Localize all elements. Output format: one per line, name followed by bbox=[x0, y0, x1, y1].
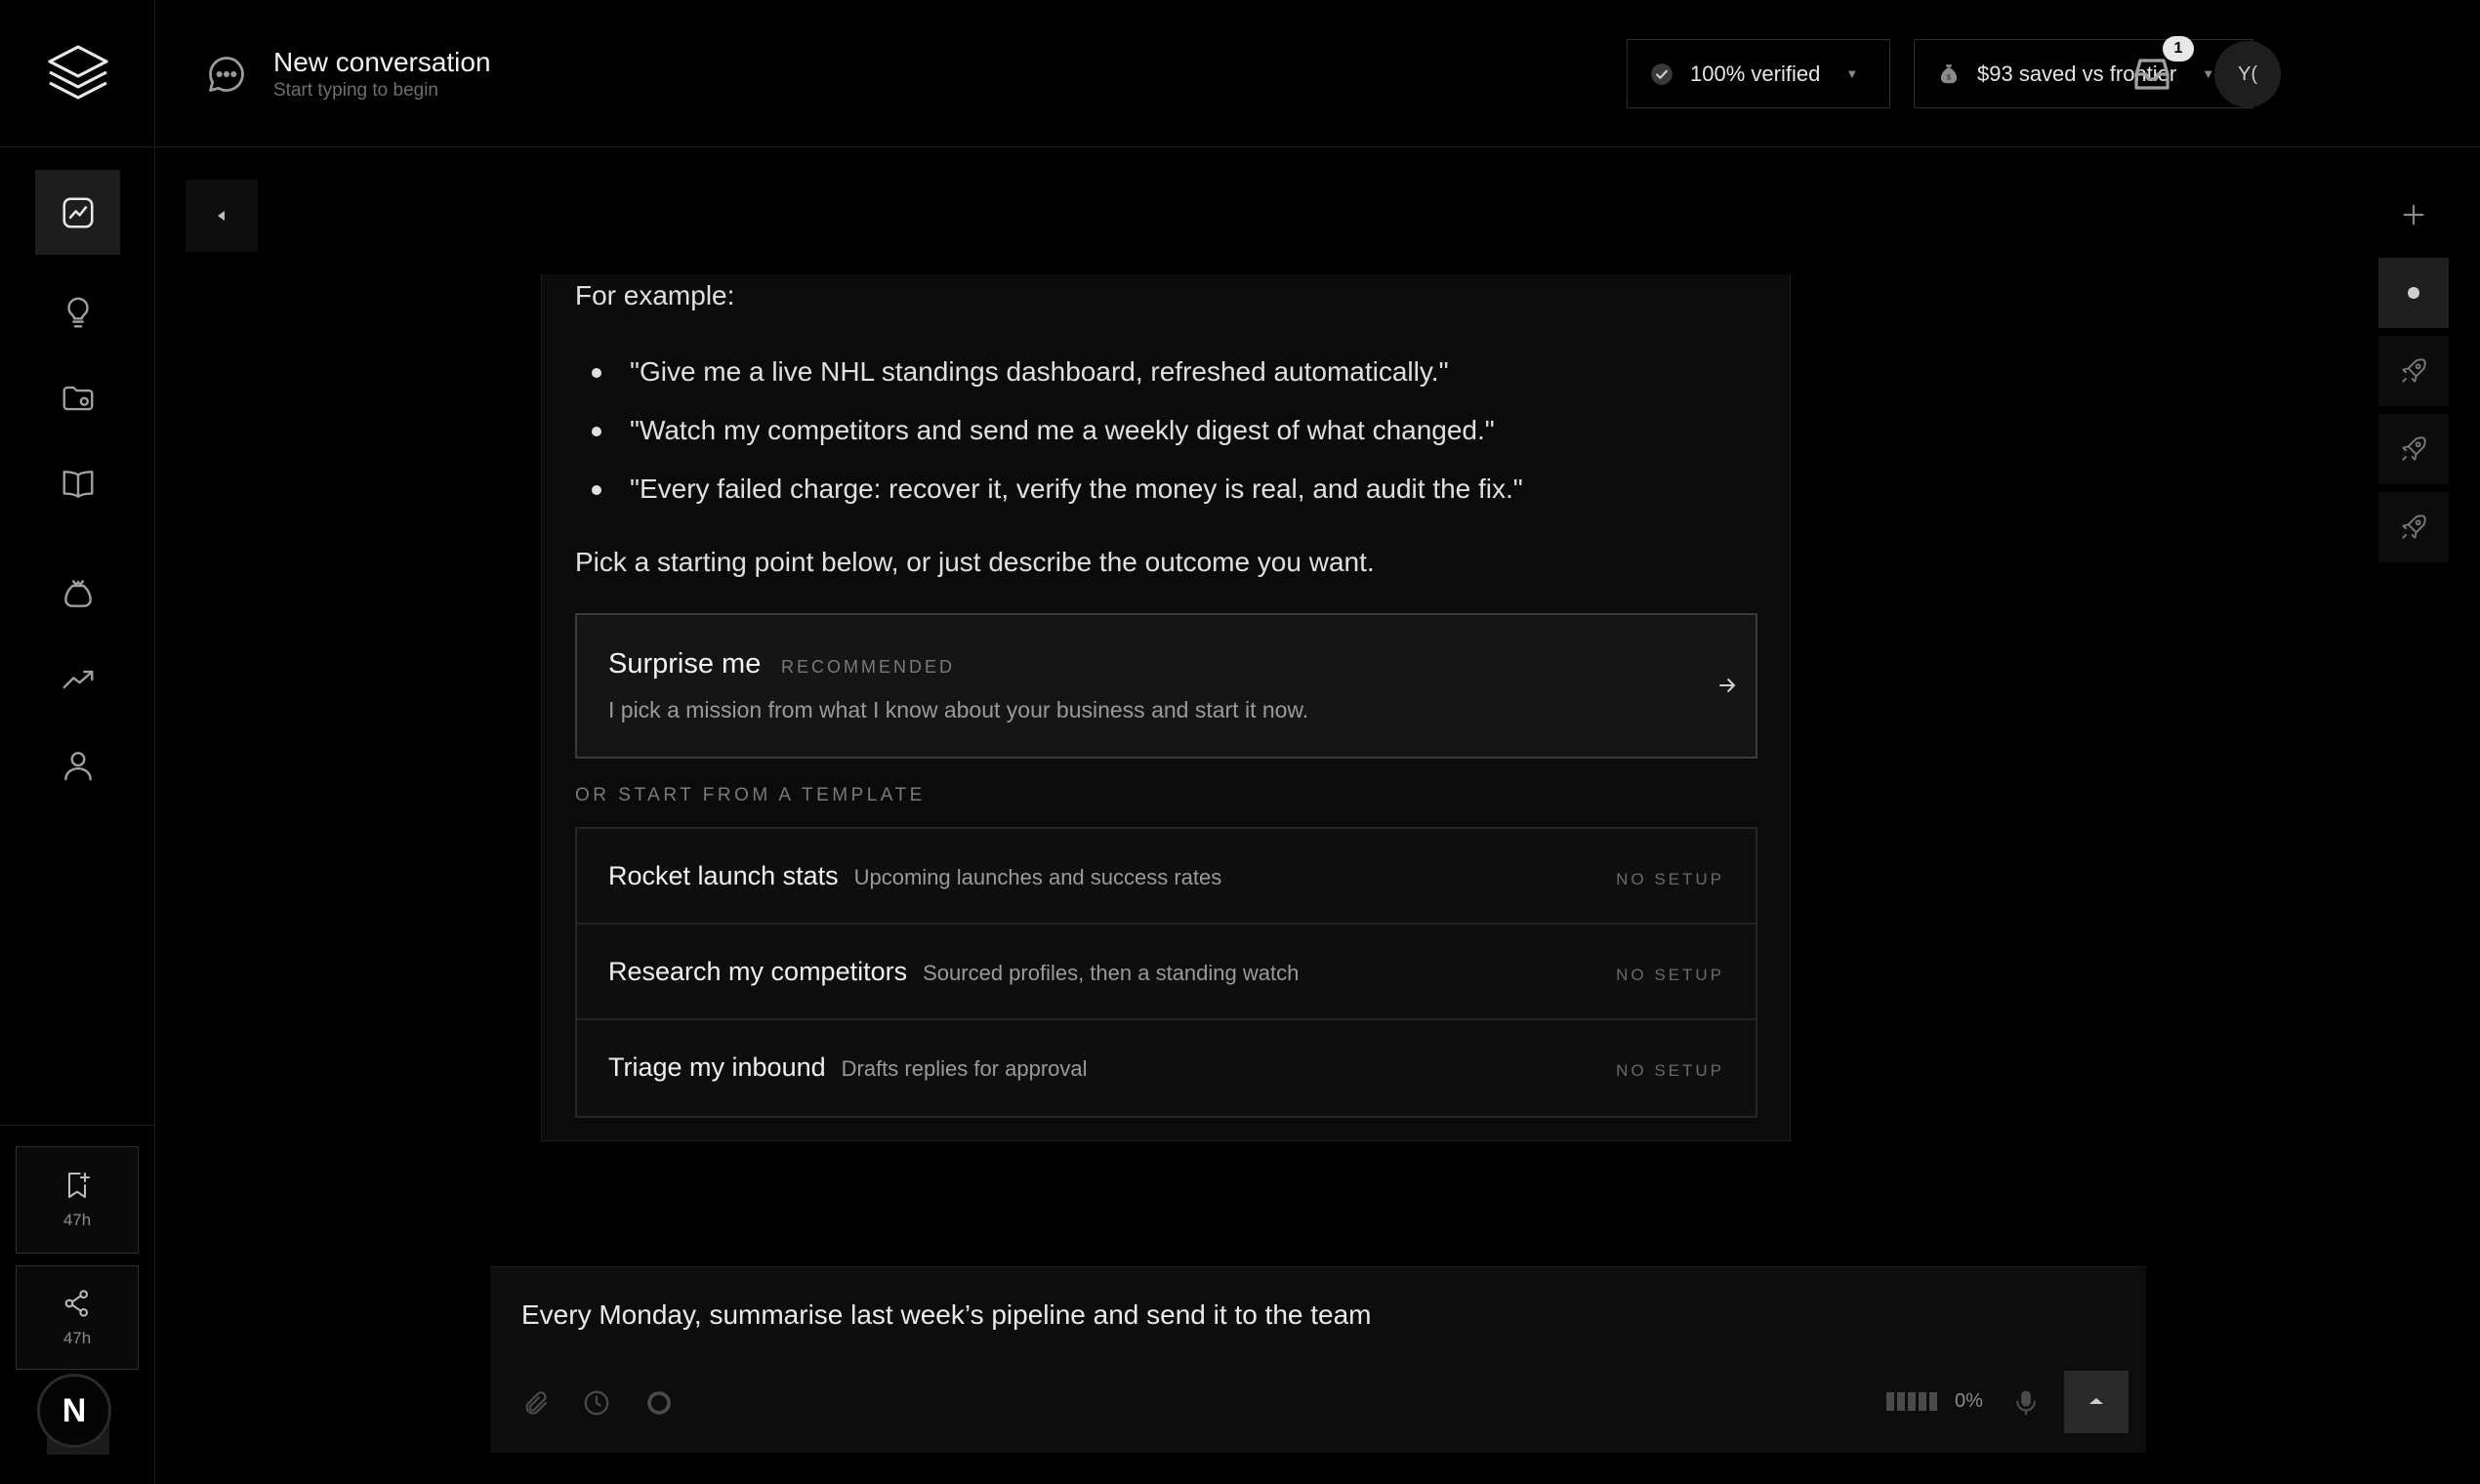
schedule-button[interactable] bbox=[580, 1386, 613, 1420]
conversation-title: New conversation bbox=[273, 47, 491, 77]
sidebar-item-trends[interactable] bbox=[35, 637, 120, 721]
left-rail: 47h 47h YC N bbox=[0, 0, 155, 1484]
send-arrow-icon bbox=[2089, 1398, 2103, 1404]
rocket-icon bbox=[2402, 515, 2426, 539]
verified-check-icon bbox=[1651, 62, 1673, 85]
dot-icon bbox=[2408, 287, 2419, 299]
template-research-competitors[interactable]: Research my competitors Sourced profiles,… bbox=[577, 925, 1756, 1020]
active-session-button[interactable] bbox=[2378, 258, 2449, 328]
money-bag-icon: $ bbox=[1940, 63, 1958, 83]
saved-items-card[interactable]: 47h bbox=[16, 1146, 139, 1254]
mission-button-1[interactable] bbox=[2378, 336, 2449, 406]
bag-icon bbox=[63, 579, 92, 607]
intro-text: For example: bbox=[575, 280, 735, 310]
surprise-me-description: I pick a mission from what I know about … bbox=[608, 697, 1309, 722]
prompt-text: Pick a starting point below, or just des… bbox=[575, 547, 1375, 577]
template-rocket-launch-stats[interactable]: Rocket launch stats Upcoming launches and… bbox=[577, 829, 1756, 925]
template-setup-tag: NO SETUP bbox=[1616, 1061, 1724, 1080]
chart-icon bbox=[62, 196, 94, 228]
circle-icon bbox=[647, 1391, 671, 1415]
bookmark-add-icon bbox=[68, 1173, 90, 1198]
plus-icon bbox=[2403, 204, 2424, 226]
saved-items-duration: 47h bbox=[62, 1211, 92, 1229]
template-description: Upcoming launches and success rates bbox=[853, 865, 1222, 889]
paperclip-icon bbox=[525, 1391, 548, 1415]
template-name: Rocket launch stats bbox=[608, 861, 839, 890]
microphone-icon bbox=[2016, 1390, 2036, 1416]
sidebar-item-files[interactable] bbox=[35, 355, 120, 440]
template-triage-inbound[interactable]: Triage my inbound Drafts replies for appr… bbox=[577, 1020, 1756, 1116]
surprise-me-option[interactable]: Surprise me RECOMMENDED I pick a mission… bbox=[575, 613, 1757, 759]
sidebar-item-library[interactable] bbox=[35, 441, 120, 526]
attach-button[interactable] bbox=[519, 1386, 553, 1420]
person-icon bbox=[63, 751, 92, 780]
savings-dropdown[interactable]: $ $93 saved vs frontier ▼ bbox=[1914, 39, 2253, 108]
conversation-subtitle: Start typing to begin bbox=[273, 80, 438, 101]
rocket-icon bbox=[2402, 436, 2426, 461]
layers-logo-icon bbox=[47, 45, 108, 100]
sidebar-item-analytics[interactable] bbox=[35, 170, 120, 255]
folder-icon bbox=[62, 386, 93, 410]
chat-bubble-icon bbox=[209, 57, 244, 92]
template-name: Triage my inbound bbox=[608, 1052, 826, 1082]
voice-input-button[interactable] bbox=[2009, 1386, 2043, 1420]
new-item-button[interactable] bbox=[2378, 180, 2449, 250]
example-item: "Give me a live NHL standings dashboard,… bbox=[575, 352, 1523, 411]
example-item: "Watch my competitors and send me a week… bbox=[575, 411, 1523, 470]
composer-input[interactable]: Every Monday, summarise last week’s pipe… bbox=[521, 1299, 1372, 1331]
rail-divider bbox=[0, 1125, 155, 1126]
sidebar-item-billing[interactable] bbox=[35, 551, 120, 636]
inbox-count-badge: 1 bbox=[2163, 36, 2194, 62]
rocket-icon bbox=[2402, 358, 2426, 383]
app-logo[interactable] bbox=[0, 0, 155, 147]
template-list: Rocket launch stats Upcoming launches and… bbox=[575, 827, 1757, 1118]
trend-icon bbox=[62, 670, 93, 688]
example-item: "Every failed charge: recover it, verify… bbox=[575, 470, 1523, 528]
template-description: Sourced profiles, then a standing watch bbox=[923, 961, 1300, 985]
templates-heading: OR START FROM A TEMPLATE bbox=[575, 785, 926, 805]
share-icon bbox=[64, 1289, 88, 1317]
context-meter-percent: 0% bbox=[1955, 1390, 1983, 1412]
mode-toggle[interactable] bbox=[642, 1386, 676, 1420]
book-icon bbox=[62, 470, 93, 498]
mission-button-2[interactable] bbox=[2378, 414, 2449, 484]
verified-dropdown[interactable]: 100% verified ▼ bbox=[1627, 39, 1890, 108]
chevron-left-icon bbox=[218, 211, 225, 221]
send-button[interactable] bbox=[2064, 1371, 2129, 1433]
sidebar-item-ideas[interactable] bbox=[35, 269, 120, 354]
template-description: Drafts replies for approval bbox=[841, 1056, 1088, 1081]
example-list: "Give me a live NHL standings dashboard,… bbox=[575, 352, 1523, 528]
chevron-down-icon: ▼ bbox=[1845, 66, 1859, 81]
lightbulb-icon bbox=[66, 297, 89, 327]
chevron-down-icon: ▼ bbox=[2202, 66, 2215, 81]
template-name: Research my competitors bbox=[608, 957, 908, 986]
collapse-panel-button[interactable] bbox=[186, 180, 258, 252]
clock-icon bbox=[584, 1390, 609, 1416]
template-setup-tag: NO SETUP bbox=[1616, 966, 1724, 984]
verified-label: 100% verified bbox=[1690, 61, 1821, 86]
recommended-tag: RECOMMENDED bbox=[781, 657, 956, 677]
user-avatar[interactable]: Y( bbox=[2214, 41, 2281, 107]
message-composer[interactable]: Every Monday, summarise last week’s pipe… bbox=[490, 1266, 2146, 1453]
template-setup-tag: NO SETUP bbox=[1616, 870, 1724, 888]
sidebar-item-profile[interactable] bbox=[35, 722, 120, 807]
assistant-message-card: For example: "Give me a live NHL standin… bbox=[541, 274, 1791, 1141]
workspace-avatar[interactable]: N bbox=[37, 1374, 111, 1448]
arrow-right-icon bbox=[1718, 679, 1736, 692]
shared-items-card[interactable]: 47h bbox=[16, 1265, 139, 1370]
shared-items-duration: 47h bbox=[62, 1328, 92, 1347]
mission-button-3[interactable] bbox=[2378, 492, 2449, 562]
surprise-me-title: Surprise me bbox=[608, 648, 762, 680]
context-meter bbox=[1886, 1392, 1937, 1411]
